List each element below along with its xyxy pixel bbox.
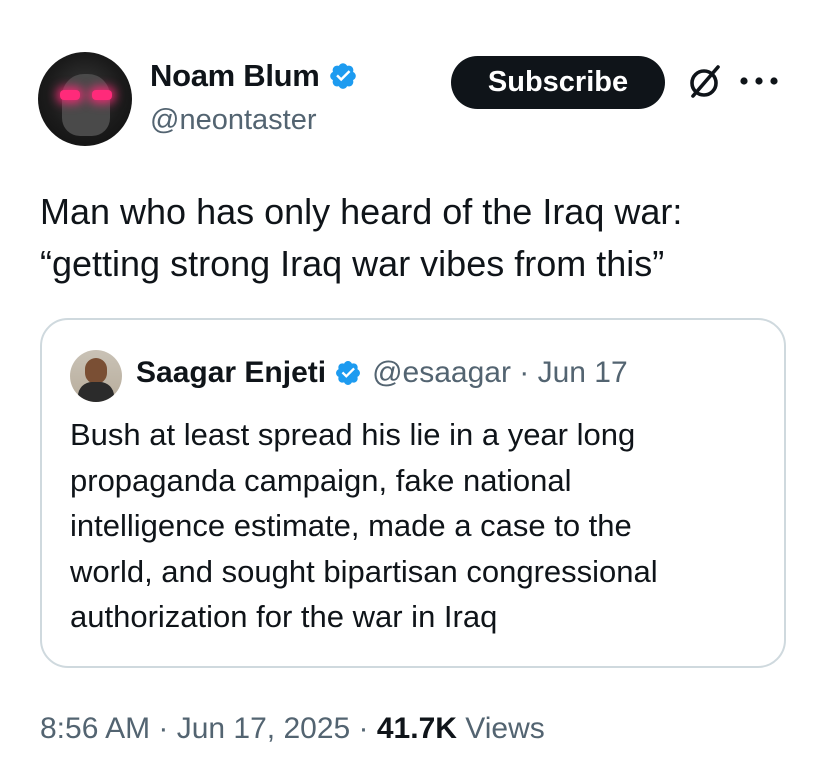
views-count[interactable]: 41.7K bbox=[377, 712, 457, 745]
tweet-timestamp[interactable]: 8:56 AM · Jun 17, 2025 · bbox=[40, 712, 377, 745]
grok-icon[interactable] bbox=[685, 62, 725, 102]
tweet-footer: 8:56 AM · Jun 17, 2025 · 41.7K Views bbox=[40, 712, 545, 746]
author-handle[interactable]: @neontaster bbox=[150, 104, 316, 137]
quoted-tweet-text: Bush at least spread his lie in a year l… bbox=[70, 412, 770, 640]
quoted-tweet-card[interactable]: Saagar Enjeti @esaagar · Jun 17 Bush at … bbox=[40, 318, 786, 668]
tweet-text: Man who has only heard of the Iraq war: … bbox=[40, 186, 800, 290]
quoted-avatar-body bbox=[78, 382, 114, 402]
author-name-row[interactable]: Noam Blum bbox=[150, 58, 358, 94]
more-dots-icon bbox=[740, 77, 778, 85]
author-avatar[interactable] bbox=[38, 52, 132, 146]
more-icon[interactable] bbox=[737, 66, 781, 96]
tweet-text-line: Man who has only heard of the Iraq war: bbox=[40, 191, 683, 232]
author-name[interactable]: Noam Blum bbox=[150, 58, 320, 94]
quoted-text-line: Bush at least spread his lie in a year l… bbox=[70, 417, 636, 452]
quoted-text-line: propaganda campaign, fake national bbox=[70, 462, 572, 498]
avatar-face bbox=[62, 74, 110, 136]
quoted-text-line: authorization for the war in Iraq bbox=[70, 599, 498, 634]
avatar-lens-right bbox=[92, 90, 112, 100]
verified-badge-icon bbox=[329, 63, 356, 89]
quoted-avatar-head bbox=[85, 358, 107, 384]
quoted-tweet-header: Saagar Enjeti @esaagar · Jun 17 bbox=[136, 356, 628, 390]
quoted-verified-badge-icon bbox=[336, 361, 361, 385]
avatar-glasses bbox=[60, 90, 112, 100]
quoted-handle-date: @esaagar · Jun 17 bbox=[372, 356, 628, 389]
quoted-text-line: intelligence estimate, made a case to th… bbox=[70, 508, 632, 543]
views-label: Views bbox=[456, 712, 545, 745]
quoted-author-name[interactable]: Saagar Enjeti bbox=[136, 356, 326, 390]
tweet-text-line: “getting strong Iraq war vibes from this… bbox=[40, 243, 665, 284]
quoted-author-avatar[interactable] bbox=[70, 350, 122, 402]
subscribe-button[interactable]: Subscribe bbox=[451, 56, 665, 109]
avatar-lens-left bbox=[60, 90, 80, 100]
quoted-text-line: world, and sought bipartisan congression… bbox=[70, 553, 658, 589]
